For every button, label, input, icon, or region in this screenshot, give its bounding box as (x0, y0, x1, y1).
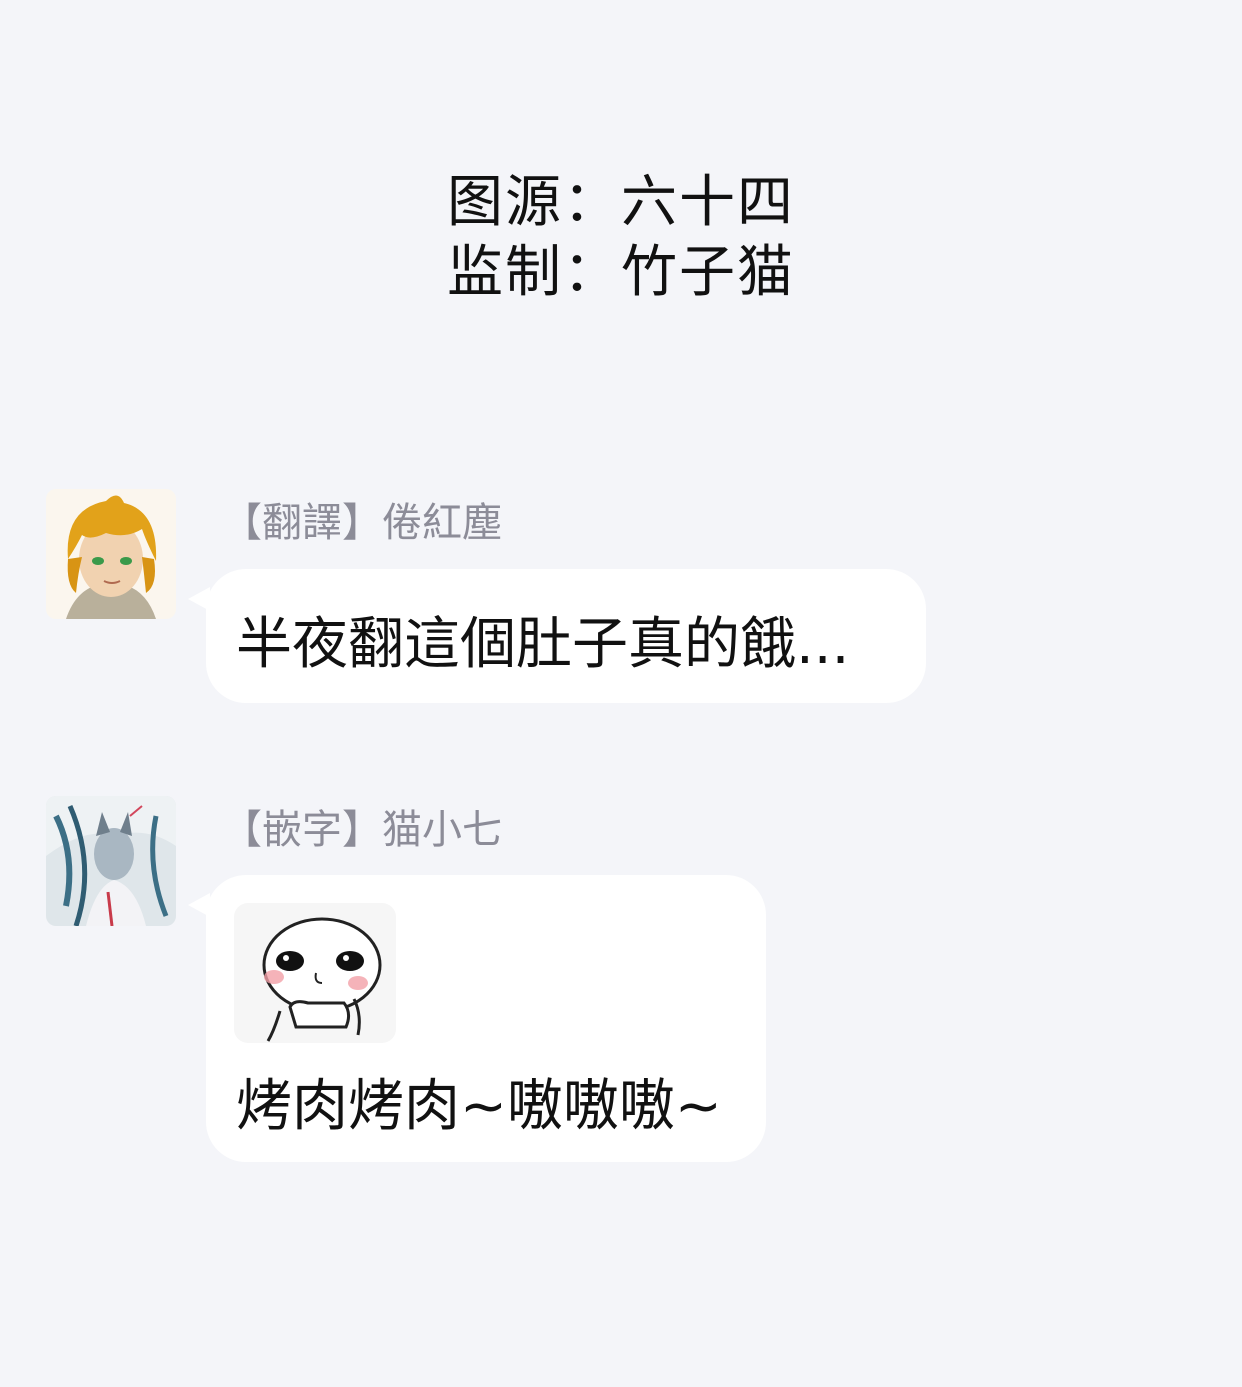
message-text: 半夜翻這個肚子真的餓... (236, 612, 850, 677)
sender-name: 【翻譯】倦紅塵 (222, 500, 502, 546)
credit-image-source: 图源：六十四 (447, 170, 795, 235)
avatar-typesetter[interactable] (46, 796, 176, 926)
bubble-tail (188, 893, 210, 917)
credits: 图源：六十四 监制：竹子猫 (0, 168, 1242, 308)
blushing-face-sticker (234, 903, 396, 1043)
credit-supervisor: 监制：竹子猫 (447, 240, 795, 305)
message-bubble[interactable]: 半夜翻這個肚子真的餓... (188, 569, 926, 703)
message-bubble[interactable]: 烤肉烤肉~嗷嗷嗷~ (188, 875, 766, 1162)
sender-name: 【嵌字】猫小七 (222, 807, 502, 853)
message-text: 烤肉烤肉~嗷嗷嗷~ (236, 1074, 722, 1139)
avatar-translator[interactable] (46, 489, 176, 619)
bubble-tail (188, 587, 210, 611)
